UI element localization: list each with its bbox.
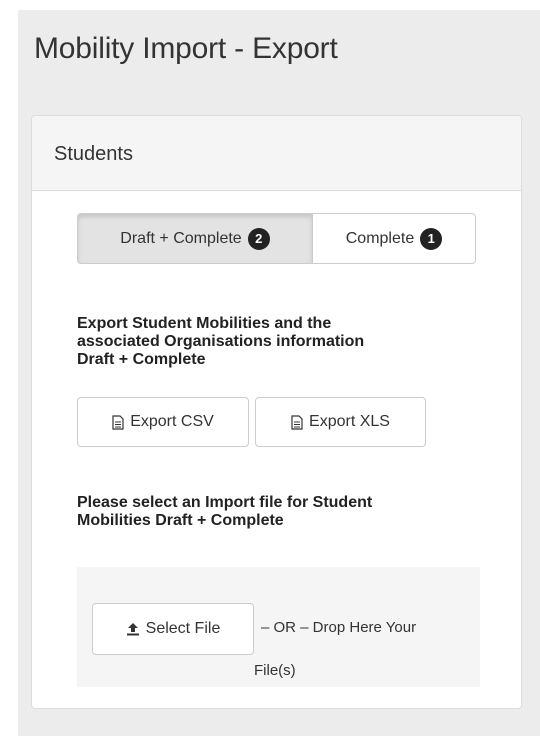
status-tabs: Draft + Complete 2 Complete 1 xyxy=(77,213,476,264)
export-heading-line: Draft + Complete xyxy=(77,351,206,368)
panel-title: Students xyxy=(54,143,133,165)
tab-label: Draft + Complete xyxy=(120,229,242,247)
upload-icon xyxy=(126,623,139,636)
import-heading: Please select an Import file for Student… xyxy=(77,494,487,530)
file-dropzone[interactable]: Select File – OR – Drop Here Your File(s… xyxy=(77,567,480,687)
students-panel: Students Draft + Complete 2 Complete 1 E… xyxy=(31,115,522,709)
import-heading-line: Mobilities Draft + Complete xyxy=(77,512,284,529)
export-heading: Export Student Mobilities and the associ… xyxy=(77,315,477,369)
file-text-icon xyxy=(112,414,124,430)
export-heading-line: associated Organisations information xyxy=(77,333,365,350)
drop-hint-text: – OR – Drop Here Your xyxy=(261,619,417,636)
file-text-icon xyxy=(291,414,303,430)
count-badge: 2 xyxy=(247,227,270,250)
export-xls-label: Export XLS xyxy=(309,413,390,430)
tab-label: Complete xyxy=(345,229,415,247)
select-file-label: Select File xyxy=(145,620,221,637)
export-xls-button[interactable]: Export XLS xyxy=(255,397,426,447)
tab-complete[interactable]: Complete 1 xyxy=(313,213,476,264)
count-badge: 1 xyxy=(420,227,443,250)
export-csv-label: Export CSV xyxy=(130,413,214,430)
drop-hint-files: File(s) xyxy=(254,662,296,679)
import-heading-line: Please select an Import file for Student xyxy=(77,494,373,511)
export-csv-button[interactable]: Export CSV xyxy=(77,397,249,447)
select-file-button[interactable]: Select File xyxy=(92,603,254,655)
panel-heading: Students xyxy=(32,116,521,191)
export-heading-line: Export Student Mobilities and the xyxy=(77,315,332,332)
tab-draft-complete[interactable]: Draft + Complete 2 xyxy=(77,213,313,264)
page-title: Mobility Import - Export xyxy=(34,32,338,65)
